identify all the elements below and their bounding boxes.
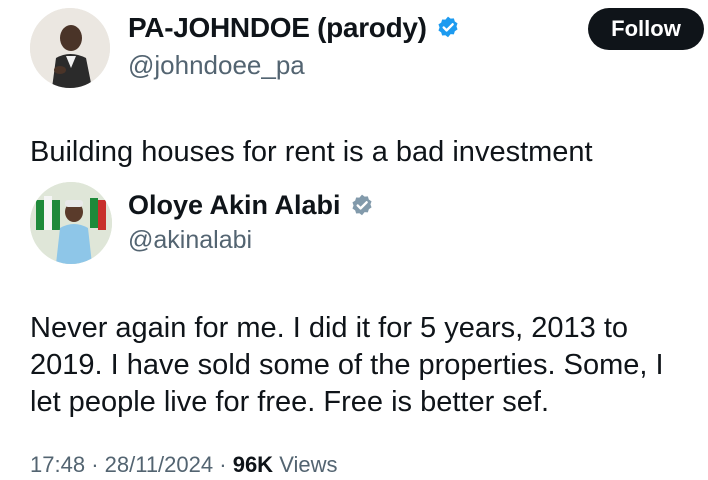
quoted-tweet-text: Never again for me. I did it for 5 years… xyxy=(30,310,706,421)
tweet-text: Building houses for rent is a bad invest… xyxy=(30,136,593,168)
tweet-time[interactable]: 17:48 xyxy=(30,452,85,477)
author-name-row: PA-JOHNDOE (parody) xyxy=(128,12,461,44)
tweet-header: PA-JOHNDOE (parody) @johndoee_pa Follow xyxy=(0,0,708,100)
tweet-card: PA-JOHNDOE (parody) @johndoee_pa Follow … xyxy=(0,0,708,480)
quoted-text-line: let people live for free. Free is better… xyxy=(30,386,550,418)
author-handle[interactable]: @johndoee_pa xyxy=(128,50,305,81)
views-label: Views xyxy=(279,452,338,477)
quoted-author-avatar[interactable] xyxy=(30,182,112,264)
meta-separator: · xyxy=(91,452,99,477)
author-display-name[interactable]: PA-JOHNDOE (parody) xyxy=(128,12,427,44)
verified-badge-icon xyxy=(435,15,461,41)
tweet-date[interactable]: 28/11/2024 xyxy=(105,452,213,477)
views-count: 96K xyxy=(232,452,274,477)
quoted-author-name-row: Oloye Akin Alabi xyxy=(128,190,375,221)
author-avatar[interactable] xyxy=(30,8,110,88)
quoted-author-handle[interactable]: @akinalabi xyxy=(128,226,252,255)
meta-separator: · xyxy=(219,452,227,477)
quoted-text-line: 2019. I have sold some of the properties… xyxy=(30,349,664,381)
follow-button[interactable]: Follow xyxy=(588,8,704,50)
tweet-meta: 17:48 · 28/11/2024 · 96K Views xyxy=(30,452,337,478)
quoted-author-display-name[interactable]: Oloye Akin Alabi xyxy=(128,190,341,221)
verified-badge-icon xyxy=(349,193,375,219)
author-avatar-image xyxy=(30,8,110,88)
quoted-text-line: Never again for me. I did it for 5 years… xyxy=(30,312,629,344)
quoted-author-avatar-image xyxy=(30,182,112,264)
